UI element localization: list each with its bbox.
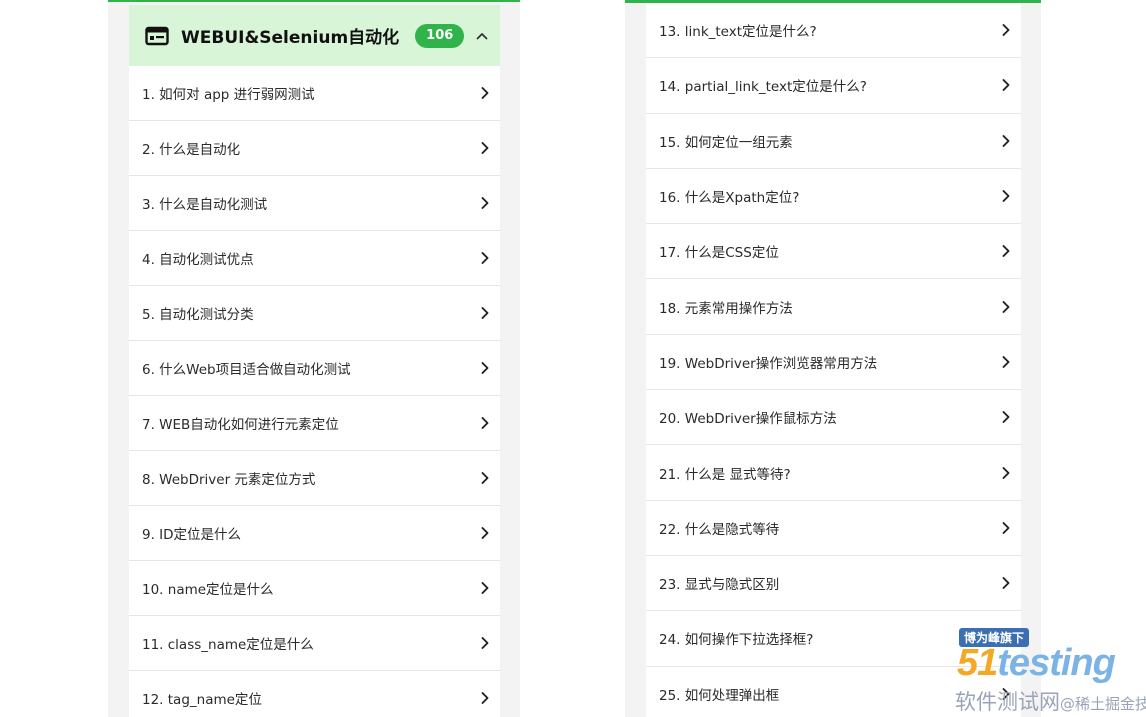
list-item[interactable]: 4. 自动化测试优点 xyxy=(129,231,500,286)
list-item-label: 20. WebDriver操作鼠标方法 xyxy=(659,411,837,428)
chevron-right-icon xyxy=(999,521,1013,535)
list-item[interactable]: 19. WebDriver操作浏览器常用方法 xyxy=(646,334,1021,391)
watermark-handle: @稀土掘金技术社区 xyxy=(1060,695,1146,713)
list-item-label: 21. 什么是 显式等待? xyxy=(659,466,791,483)
chevron-right-icon xyxy=(999,78,1013,92)
list-item-label: 6. 什么Web项目适合做自动化测试 xyxy=(142,362,351,378)
list-item[interactable]: 25. 如何处理弹出框 xyxy=(646,666,1021,717)
list-item-label: 14. partial_link_text定位是什么? xyxy=(659,79,867,96)
category-header[interactable]: WEBUI&Selenium自动化 106 xyxy=(129,5,500,66)
list-item-label: 5. 自动化测试分类 xyxy=(142,307,254,323)
list-item[interactable]: 23. 显式与隐式区别 xyxy=(646,555,1021,612)
list-item-label: 19. WebDriver操作浏览器常用方法 xyxy=(659,355,878,372)
count-badge: 106 xyxy=(415,23,465,48)
list-item-label: 11. class_name定位是什么 xyxy=(142,637,314,653)
list-item[interactable]: 14. partial_link_text定位是什么? xyxy=(646,58,1021,114)
list-item[interactable]: 2. 什么是自动化 xyxy=(129,121,500,176)
chevron-right-icon xyxy=(478,141,492,155)
list-item-label: 23. 显式与隐式区别 xyxy=(659,577,780,594)
chevron-right-icon xyxy=(999,134,1013,148)
list-item-label: 2. 什么是自动化 xyxy=(142,142,241,158)
category-title: WEBUI&Selenium自动化 xyxy=(181,28,400,48)
list-item[interactable]: 17. 什么是CSS定位 xyxy=(646,224,1021,280)
chevron-right-icon xyxy=(478,251,492,265)
list-item-label: 22. 什么是隐式等待 xyxy=(659,521,780,538)
list-item-label: 4. 自动化测试优点 xyxy=(142,252,254,268)
chevron-right-icon xyxy=(999,687,1013,701)
list-item[interactable]: 16. 什么是Xpath定位? xyxy=(646,168,1021,225)
list-item[interactable]: 6. 什么Web项目适合做自动化测试 xyxy=(129,341,500,396)
list-item-label: 7. WEB自动化如何进行元素定位 xyxy=(142,417,339,433)
list-item[interactable]: 18. 元素常用操作方法 xyxy=(646,279,1021,335)
list-item-label: 1. 如何对 app 进行弱网测试 xyxy=(142,87,315,103)
list-item[interactable]: 8. WebDriver 元素定位方式 xyxy=(129,451,500,506)
list-item-label: 3. 什么是自动化测试 xyxy=(142,197,268,213)
list-item[interactable]: 3. 什么是自动化测试 xyxy=(129,176,500,231)
chevron-up-icon[interactable] xyxy=(474,28,490,44)
list-item[interactable]: 13. link_text定位是什么? xyxy=(646,3,1021,59)
list-item[interactable]: 7. WEB自动化如何进行元素定位 xyxy=(129,396,500,451)
list-item[interactable]: 20. WebDriver操作鼠标方法 xyxy=(646,390,1021,446)
chevron-right-icon xyxy=(999,300,1013,314)
chevron-right-icon xyxy=(478,196,492,210)
chevron-right-icon xyxy=(478,691,492,705)
chevron-right-icon xyxy=(999,466,1013,480)
chevron-right-icon xyxy=(478,526,492,540)
list-item[interactable]: 24. 如何操作下拉选择框? xyxy=(646,611,1021,667)
list-item-label: 17. 什么是CSS定位 xyxy=(659,245,779,262)
chevron-right-icon xyxy=(478,471,492,485)
list-item[interactable]: 11. class_name定位是什么 xyxy=(129,616,500,671)
list-item-label: 25. 如何处理弹出框 xyxy=(659,687,780,704)
list-item[interactable]: 10. name定位是什么 xyxy=(129,561,500,616)
list-item[interactable]: 9. ID定位是什么 xyxy=(129,506,500,561)
chevron-right-icon xyxy=(999,189,1013,203)
list-item[interactable]: 12. tag_name定位 xyxy=(129,671,500,717)
list-item[interactable]: 21. 什么是 显式等待? xyxy=(646,445,1021,501)
question-list-right: 13. link_text定位是什么? 14. partial_link_text… xyxy=(646,3,1021,717)
chevron-right-icon xyxy=(478,361,492,375)
list-item-label: 18. 元素常用操作方法 xyxy=(659,300,793,317)
chevron-right-icon xyxy=(999,576,1013,590)
list-item[interactable]: 5. 自动化测试分类 xyxy=(129,286,500,341)
list-item-label: 24. 如何操作下拉选择框? xyxy=(659,632,814,649)
chevron-right-icon xyxy=(478,416,492,430)
list-item-label: 9. ID定位是什么 xyxy=(142,527,242,543)
chevron-right-icon xyxy=(478,636,492,650)
left-panel: WEBUI&Selenium自动化 106 1. 如何对 app 进行弱网测试 2… xyxy=(108,0,520,717)
chevron-right-icon xyxy=(999,23,1013,37)
category-icon xyxy=(145,26,169,46)
chevron-right-icon xyxy=(478,306,492,320)
right-panel: 13. link_text定位是什么? 14. partial_link_text… xyxy=(625,0,1041,717)
chevron-right-icon xyxy=(999,631,1013,645)
chevron-right-icon xyxy=(999,244,1013,258)
question-list-left: 1. 如何对 app 进行弱网测试 2. 什么是自动化 3. 什么是自动化测试 4. … xyxy=(129,66,500,717)
list-item-label: 15. 如何定位一组元素 xyxy=(659,134,793,151)
list-item[interactable]: 22. 什么是隐式等待 xyxy=(646,500,1021,556)
list-item-label: 13. link_text定位是什么? xyxy=(659,24,817,41)
chevron-right-icon xyxy=(478,581,492,595)
chevron-right-icon xyxy=(999,410,1013,424)
list-item-label: 16. 什么是Xpath定位? xyxy=(659,190,800,207)
list-item-label: 10. name定位是什么 xyxy=(142,582,274,598)
list-item[interactable]: 15. 如何定位一组元素 xyxy=(646,113,1021,169)
chevron-right-icon xyxy=(478,86,492,100)
list-item-label: 12. tag_name定位 xyxy=(142,692,262,708)
list-item-label: 8. WebDriver 元素定位方式 xyxy=(142,472,316,488)
list-item[interactable]: 1. 如何对 app 进行弱网测试 xyxy=(129,66,500,121)
chevron-right-icon xyxy=(999,355,1013,369)
